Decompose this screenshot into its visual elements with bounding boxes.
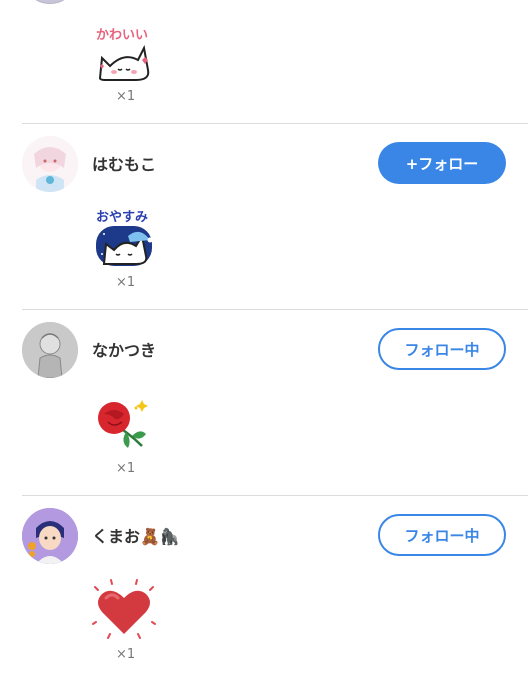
- username[interactable]: なかつき: [92, 337, 156, 361]
- sticker-count: ×1: [116, 647, 136, 662]
- sticker-count: ×1: [116, 275, 136, 290]
- following-button[interactable]: フォロー中: [378, 514, 506, 556]
- divider: [22, 495, 528, 496]
- gift-list: かわいい ×1 はむもこ +フォロー おやすみ ×1 なかつき フォロー中 ×1…: [0, 0, 528, 680]
- sticker-caption: かわいい: [96, 28, 149, 43]
- sticker-count: ×1: [116, 461, 136, 476]
- cat-oyasumi-sticker: おやすみ: [92, 206, 156, 270]
- username[interactable]: くまお🧸🦍: [92, 523, 180, 547]
- rose-sticker: [92, 392, 156, 456]
- cat-kawaii-sticker: かわいい: [92, 22, 156, 86]
- avatar[interactable]: [22, 136, 78, 192]
- avatar[interactable]: [22, 0, 78, 4]
- divider: [22, 309, 528, 310]
- username[interactable]: はむもこ: [92, 151, 156, 175]
- avatar[interactable]: [22, 322, 78, 378]
- sticker-caption: おやすみ: [96, 210, 149, 225]
- following-button[interactable]: フォロー中: [378, 328, 506, 370]
- heart-sticker: [92, 578, 156, 642]
- sticker-count: ×1: [116, 89, 136, 104]
- follow-button[interactable]: +フォロー: [378, 142, 506, 184]
- divider: [22, 123, 528, 124]
- avatar[interactable]: [22, 508, 78, 564]
